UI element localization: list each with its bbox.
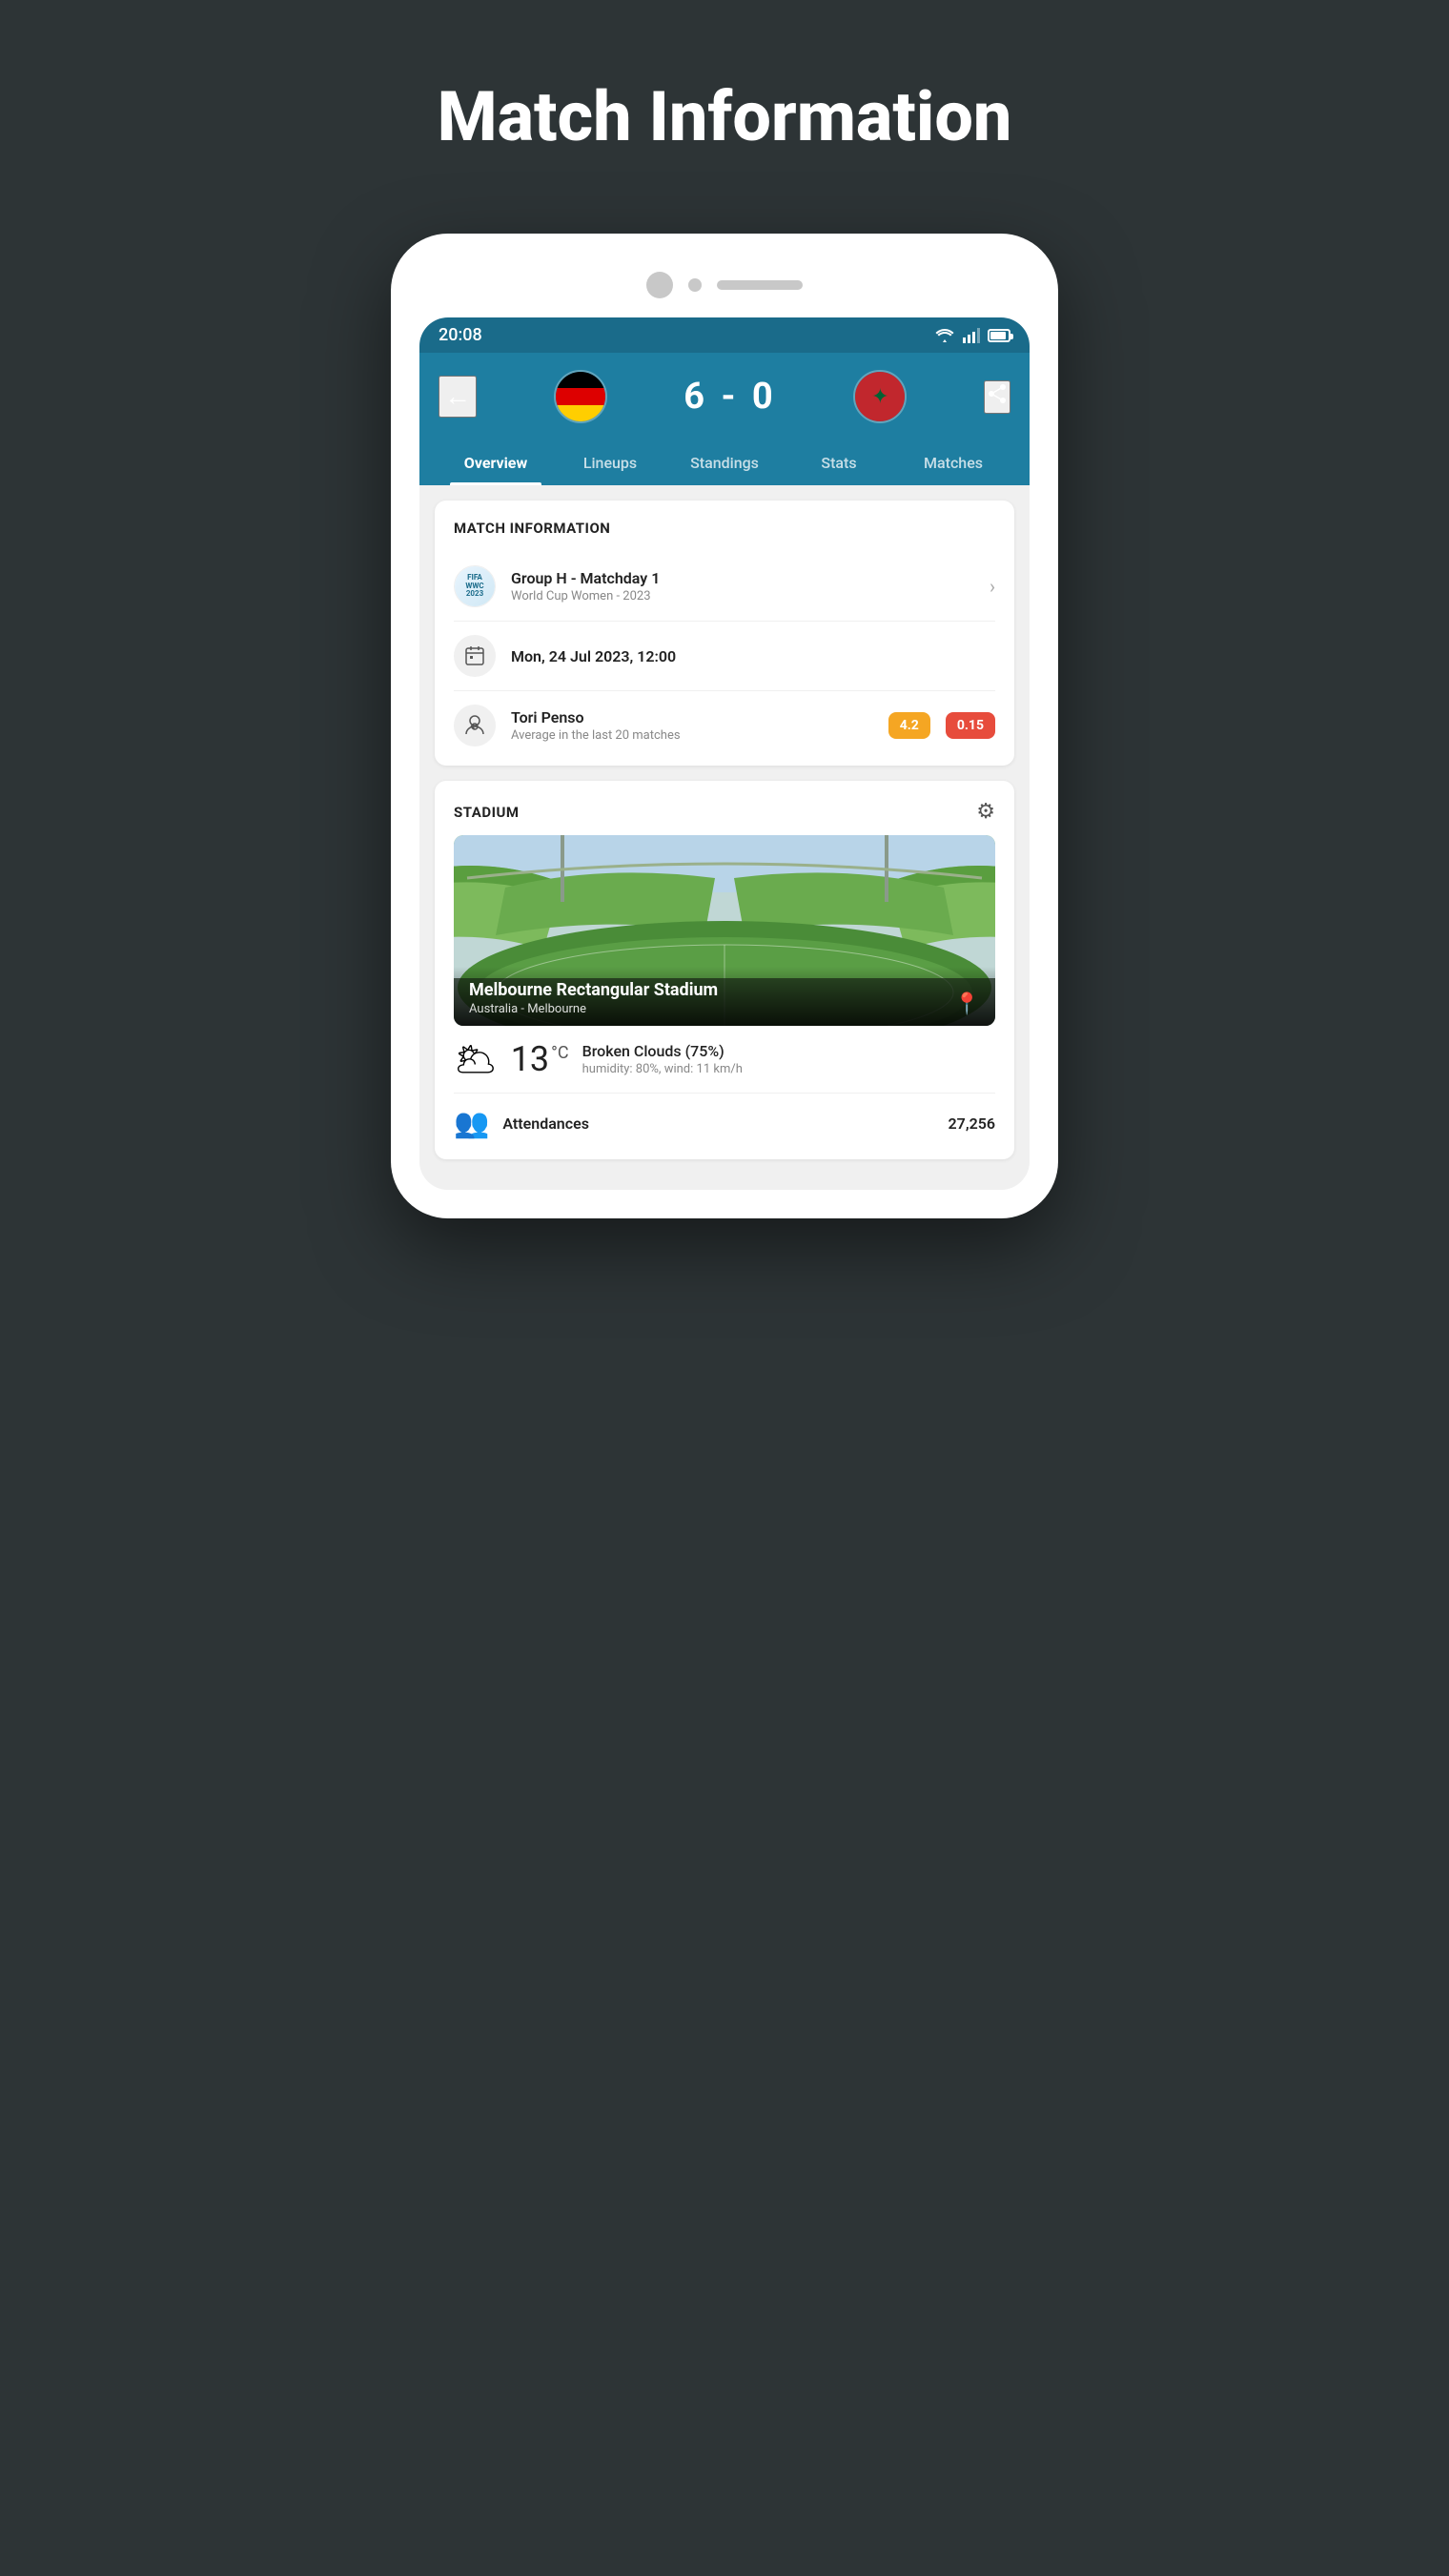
- weather-row: 🌥 13 °C Broken Clouds (75%) humidity: 80…: [454, 1026, 995, 1094]
- stadium-image: Melbourne Rectangular Stadium Australia …: [454, 835, 995, 1026]
- wc-logo-text: FIFAWWC2023: [465, 574, 483, 599]
- match-info-title: MATCH INFORMATION: [454, 520, 995, 537]
- status-icons: [934, 328, 1010, 343]
- temperature-display: 13 °C: [511, 1039, 569, 1079]
- stadium-overlay: Melbourne Rectangular Stadium Australia …: [454, 967, 995, 1026]
- page-title: Match Information: [438, 76, 1012, 157]
- match-score-row: ← 6 - 0 ✦: [439, 370, 1010, 440]
- phone-dots: [688, 278, 702, 292]
- temperature-value: 13: [511, 1039, 549, 1079]
- phone-screen: 20:08: [419, 317, 1030, 1190]
- nav-tabs: Overview Lineups Standings Stats Matches: [439, 440, 1010, 485]
- stadium-info: Melbourne Rectangular Stadium Australia …: [469, 980, 718, 1016]
- battery-icon: [988, 329, 1010, 342]
- date-info: Mon, 24 Jul 2023, 12:00: [511, 647, 995, 665]
- referee-icon: [454, 705, 496, 746]
- referee-svg: [462, 713, 487, 738]
- date-row: Mon, 24 Jul 2023, 12:00: [454, 622, 995, 691]
- weather-description: Broken Clouds (75%) humidity: 80%, wind:…: [582, 1042, 995, 1076]
- weather-details: humidity: 80%, wind: 11 km/h: [582, 1062, 995, 1076]
- back-button[interactable]: ←: [439, 376, 477, 418]
- attendance-row: 👥 Attendances 27,256: [454, 1094, 995, 1140]
- yellow-card-badge: 4.2: [888, 712, 930, 739]
- morocco-flag: ✦: [853, 370, 907, 423]
- weather-condition: Broken Clouds (75%): [582, 1042, 995, 1060]
- competition-name: World Cup Women - 2023: [511, 589, 974, 603]
- referee-subtitle: Average in the last 20 matches: [511, 728, 873, 743]
- tab-stats[interactable]: Stats: [782, 440, 896, 485]
- tab-matches[interactable]: Matches: [896, 440, 1010, 485]
- stadium-card: STADIUM ⚙: [435, 781, 1014, 1159]
- share-icon: [986, 382, 1009, 405]
- chevron-right-icon: ›: [990, 575, 995, 598]
- status-bar: 20:08: [419, 317, 1030, 353]
- weather-icon: 🌥: [454, 1039, 498, 1079]
- referee-row: Tori Penso Average in the last 20 matche…: [454, 691, 995, 746]
- tournament-info: Group H - Matchday 1 World Cup Women - 2…: [511, 569, 974, 603]
- status-time: 20:08: [439, 325, 482, 345]
- referee-info: Tori Penso Average in the last 20 matche…: [511, 708, 873, 743]
- attendance-icon: 👥: [454, 1107, 489, 1140]
- phone-speaker: [717, 280, 803, 290]
- tournament-logo: FIFAWWC2023: [454, 565, 496, 607]
- attendance-label: Attendances: [502, 1114, 589, 1133]
- match-date: Mon, 24 Jul 2023, 12:00: [511, 647, 995, 665]
- stadium-location: Australia - Melbourne: [469, 1002, 718, 1016]
- morocco-star-icon: ✦: [871, 385, 888, 409]
- tournament-name: Group H - Matchday 1: [511, 569, 974, 587]
- germany-flag: [554, 370, 607, 423]
- attendance-left: 👥 Attendances: [454, 1107, 589, 1140]
- stadium-name: Melbourne Rectangular Stadium: [469, 980, 718, 1000]
- calendar-svg: [463, 644, 486, 667]
- settings-icon[interactable]: ⚙: [976, 800, 995, 824]
- location-pin-icon[interactable]: 📍: [954, 992, 980, 1016]
- tab-standings[interactable]: Standings: [667, 440, 782, 485]
- attendance-value: 27,256: [949, 1114, 995, 1133]
- red-card-badge: 0.15: [946, 712, 995, 739]
- referee-name: Tori Penso: [511, 708, 873, 726]
- phone-top-bar: [419, 262, 1030, 317]
- calendar-icon: [454, 635, 496, 677]
- signal-icon: [963, 328, 980, 343]
- wifi-icon: [934, 328, 955, 343]
- content-area: MATCH INFORMATION FIFAWWC2023 Group H - …: [419, 485, 1030, 1190]
- stadium-title: STADIUM: [454, 804, 519, 821]
- match-info-card: MATCH INFORMATION FIFAWWC2023 Group H - …: [435, 501, 1014, 766]
- stadium-header: STADIUM ⚙: [454, 800, 995, 824]
- phone-camera: [646, 272, 673, 298]
- temperature-unit: °C: [551, 1043, 568, 1063]
- tab-lineups[interactable]: Lineups: [553, 440, 667, 485]
- tournament-row[interactable]: FIFAWWC2023 Group H - Matchday 1 World C…: [454, 552, 995, 622]
- share-button[interactable]: [984, 380, 1010, 414]
- phone-frame: 20:08: [391, 234, 1058, 1218]
- match-score: 6 - 0: [684, 376, 776, 418]
- tab-overview[interactable]: Overview: [439, 440, 553, 485]
- match-header: ← 6 - 0 ✦: [419, 353, 1030, 485]
